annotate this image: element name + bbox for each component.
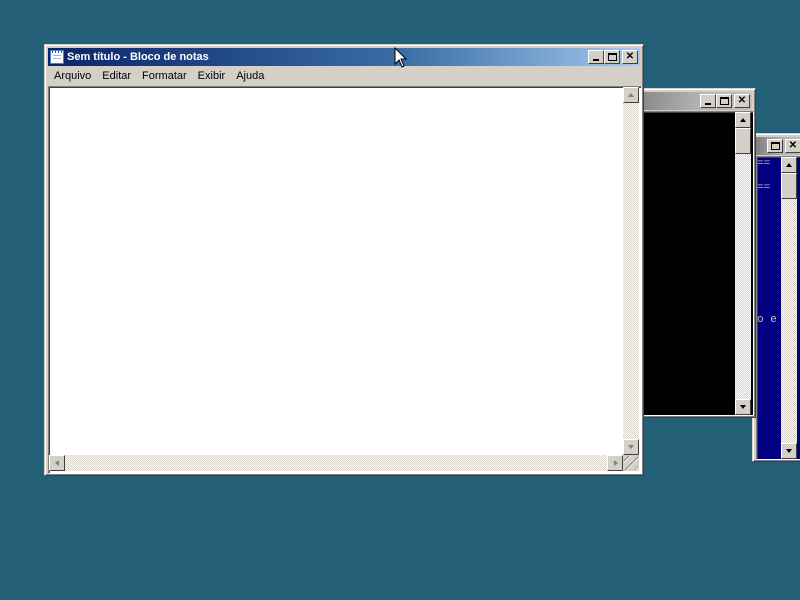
menu-bar: Arquivo Editar Formatar Exibir Ajuda bbox=[48, 67, 640, 85]
blue-window-titlebar[interactable]: ✕ bbox=[756, 137, 800, 155]
scroll-right-button[interactable] bbox=[607, 455, 623, 471]
notepad-title-buttons: ✕ bbox=[588, 50, 638, 64]
arrow-up-icon bbox=[628, 93, 634, 97]
menu-exibir[interactable]: Exibir bbox=[192, 70, 231, 82]
close-button[interactable]: ✕ bbox=[785, 139, 800, 153]
console-line: o e bbox=[757, 314, 777, 326]
arrow-down-icon bbox=[786, 449, 792, 453]
scroll-down-button[interactable] bbox=[781, 443, 797, 459]
console-window-title-buttons: ✕ bbox=[700, 94, 750, 108]
notepad-titlebar[interactable]: Sem título - Bloco de notas ✕ bbox=[48, 48, 640, 66]
arrow-down-icon bbox=[740, 405, 746, 409]
scroll-down-button[interactable] bbox=[623, 439, 639, 455]
minimize-icon bbox=[705, 103, 711, 105]
minimize-button[interactable] bbox=[700, 94, 716, 108]
maximize-button[interactable] bbox=[716, 94, 732, 108]
scroll-up-button[interactable] bbox=[623, 87, 639, 103]
minimize-icon bbox=[593, 59, 599, 61]
menu-formatar[interactable]: Formatar bbox=[136, 70, 192, 82]
console-line: == bbox=[757, 158, 771, 170]
console-window-titlebar[interactable]: ✕ bbox=[628, 92, 752, 110]
menu-editar[interactable]: Editar bbox=[96, 70, 136, 82]
blue-window-content[interactable]: == == o e bbox=[756, 156, 800, 460]
notepad-window[interactable]: Sem título - Bloco de notas ✕ Arquivo Ed… bbox=[44, 44, 644, 476]
close-button[interactable]: ✕ bbox=[622, 50, 638, 64]
vertical-scrollbar[interactable] bbox=[735, 112, 751, 415]
blue-window-title-buttons: ✕ bbox=[767, 139, 800, 153]
vertical-scrollbar[interactable] bbox=[623, 87, 639, 455]
arrow-left-icon bbox=[55, 460, 59, 466]
scroll-left-button[interactable] bbox=[49, 455, 65, 471]
desktop: ✕ == == o e ✕ Sem título - Bloco de nota… bbox=[0, 0, 800, 600]
menu-arquivo[interactable]: Arquivo bbox=[48, 70, 96, 82]
size-grip[interactable] bbox=[623, 455, 639, 471]
arrow-up-icon bbox=[740, 118, 746, 122]
scroll-up-button[interactable] bbox=[735, 112, 751, 128]
console-line: == bbox=[757, 182, 771, 194]
minimize-button[interactable] bbox=[588, 50, 604, 64]
mouse-pointer-icon bbox=[394, 47, 408, 68]
maximize-icon bbox=[771, 142, 780, 150]
text-area-frame bbox=[48, 86, 642, 474]
arrow-down-icon bbox=[628, 445, 634, 449]
scroll-up-button[interactable] bbox=[781, 157, 797, 173]
maximize-icon bbox=[720, 97, 729, 105]
scroll-thumb[interactable] bbox=[781, 173, 797, 199]
maximize-icon bbox=[608, 53, 617, 61]
maximize-button[interactable] bbox=[767, 139, 783, 153]
blue-window[interactable]: ✕ == == o e bbox=[752, 133, 800, 462]
horizontal-scrollbar[interactable] bbox=[49, 455, 623, 471]
arrow-up-icon bbox=[786, 163, 792, 167]
scroll-thumb[interactable] bbox=[735, 128, 751, 154]
text-area[interactable] bbox=[51, 89, 621, 455]
notepad-icon bbox=[50, 50, 64, 64]
close-button[interactable]: ✕ bbox=[734, 94, 750, 108]
maximize-button[interactable] bbox=[604, 50, 620, 64]
vertical-scrollbar[interactable] bbox=[781, 157, 797, 459]
scroll-down-button[interactable] bbox=[735, 399, 751, 415]
menu-ajuda[interactable]: Ajuda bbox=[230, 70, 269, 82]
arrow-right-icon bbox=[614, 460, 618, 466]
console-window-content[interactable] bbox=[628, 111, 754, 416]
window-title: Sem título - Bloco de notas bbox=[67, 51, 209, 63]
resize-grip-icon bbox=[624, 456, 638, 470]
